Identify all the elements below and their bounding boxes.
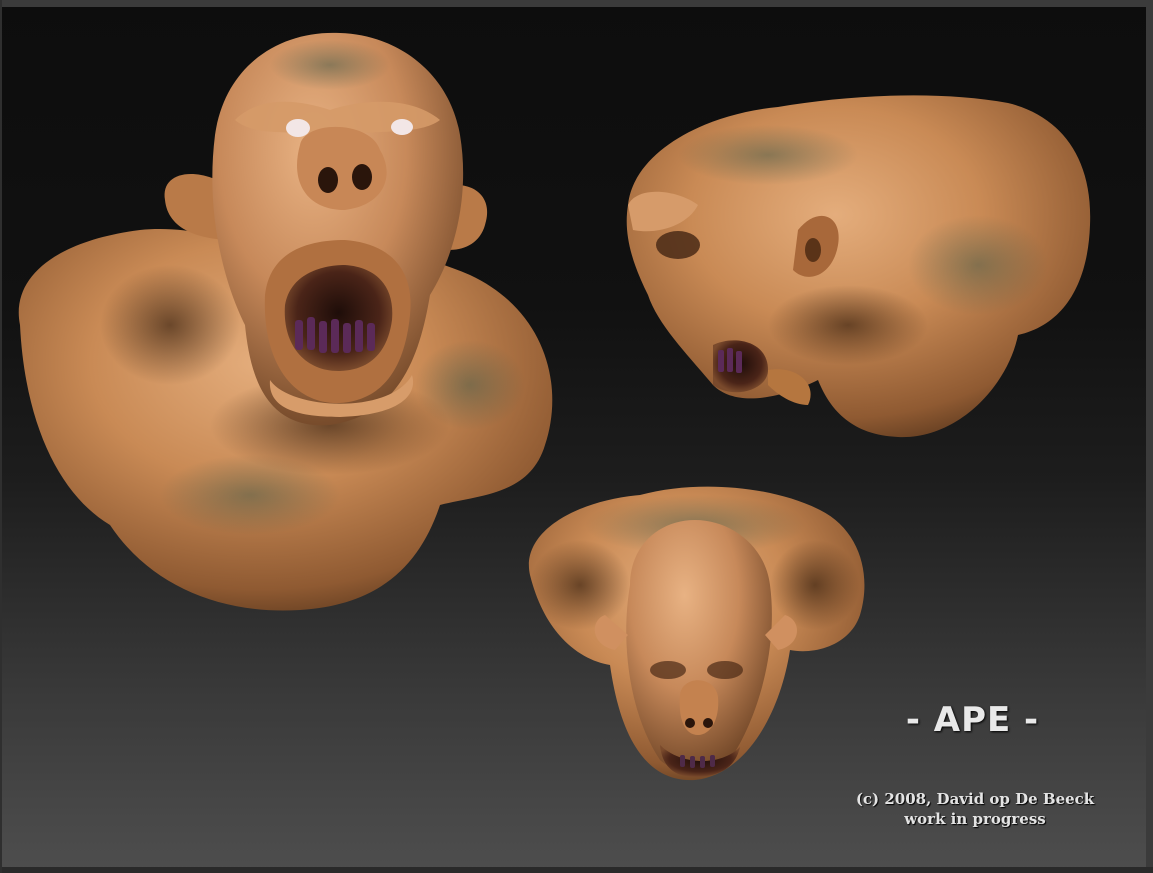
frame-bottom-border [0,867,1153,873]
artwork-title: - APE - [905,700,1040,740]
frame-top-border [0,0,1153,7]
side-view [626,95,1091,438]
copyright-line: (c) 2008, David op De Beeck [855,790,1095,808]
status-line: work in progress [904,810,1046,828]
top-front-view [528,486,865,781]
frame-right-border [1146,0,1153,873]
front-three-quarter-view [18,32,553,611]
artwork-canvas: - APE - (c) 2008, David op De Beeck work… [0,0,1153,873]
credit-block: (c) 2008, David op De Beeck work in prog… [830,789,1120,829]
